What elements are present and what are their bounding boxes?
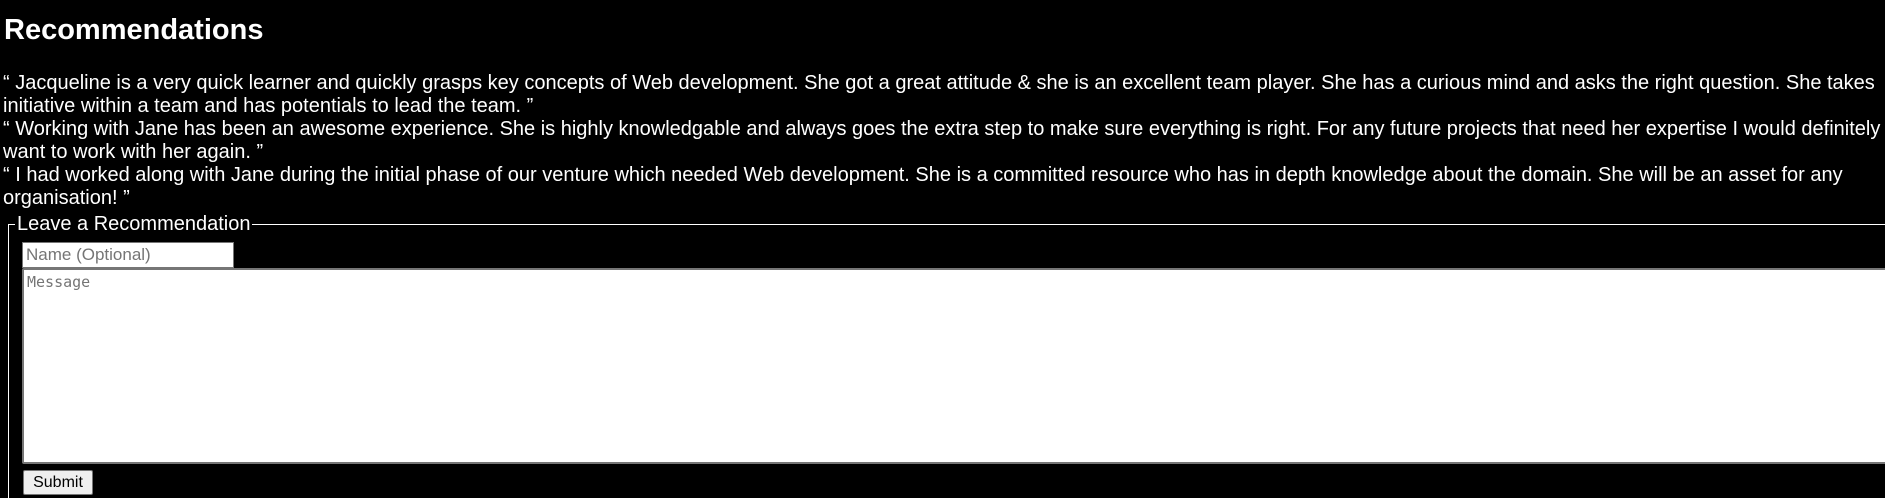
recommendation-item: “ I had worked along with Jane during th… <box>3 164 1843 209</box>
page-title: Recommendations <box>4 14 264 46</box>
recommendation-item: “ Working with Jane has been an awesome … <box>3 118 1881 163</box>
submit-button[interactable]: Submit <box>23 470 93 495</box>
message-textarea[interactable] <box>22 268 1885 464</box>
recommendations-list: “ Jacqueline is a very quick learner and… <box>3 72 1883 210</box>
recommendation-item: “ Jacqueline is a very quick learner and… <box>3 72 1875 117</box>
name-input[interactable] <box>22 242 234 268</box>
recommendations-page: Recommendations “ Jacqueline is a very q… <box>0 0 1885 498</box>
form-legend: Leave a Recommendation <box>17 213 251 235</box>
